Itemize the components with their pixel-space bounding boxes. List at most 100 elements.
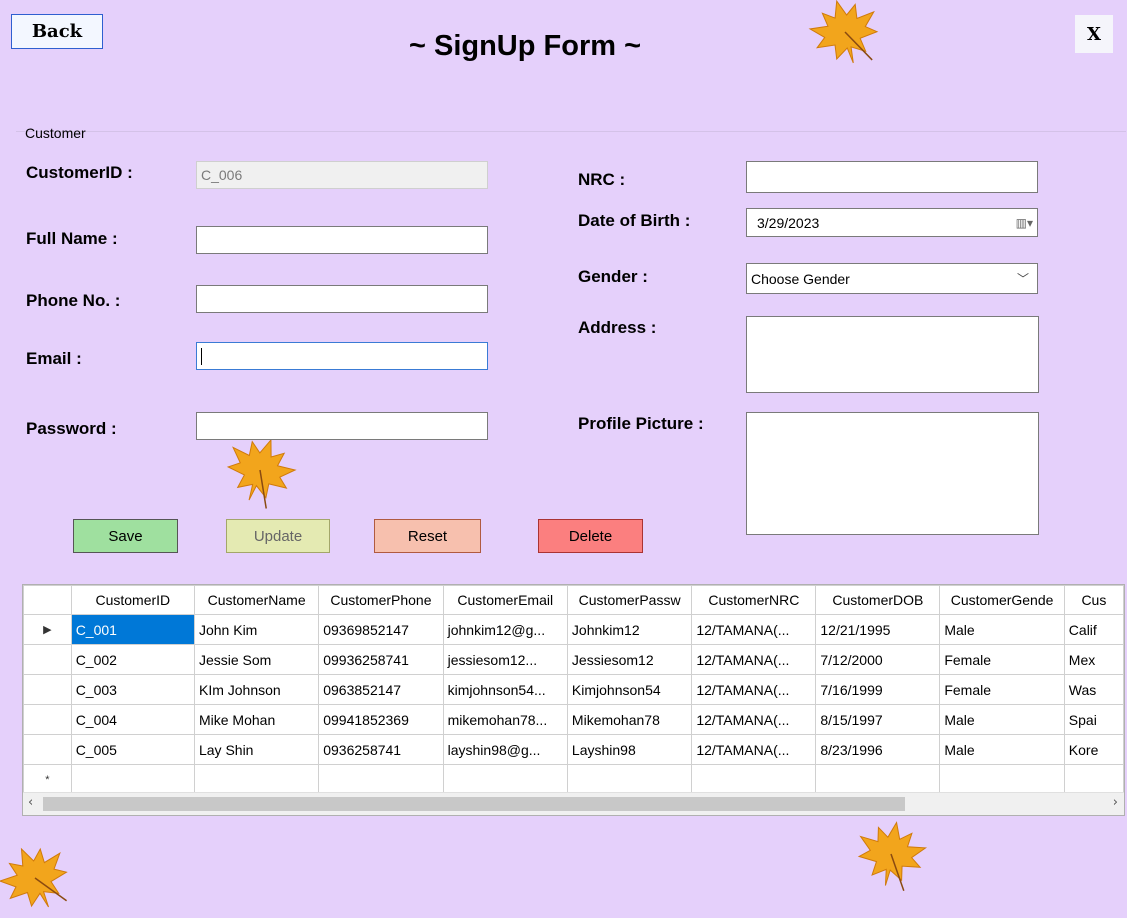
table-cell[interactable]: 09369852147	[318, 614, 444, 645]
table-cell[interactable]: 12/21/1995	[815, 614, 941, 645]
email-field[interactable]	[196, 342, 488, 370]
column-header[interactable]: CustomerPassw	[566, 585, 693, 615]
table-cell[interactable]: 7/16/1999	[815, 674, 941, 705]
delete-button[interactable]: Delete	[538, 519, 643, 553]
maple-leaf-icon	[857, 821, 928, 892]
table-cell[interactable]: C_005	[70, 734, 195, 765]
table-cell[interactable]: Layshin98	[566, 734, 693, 765]
table-cell[interactable]: 0963852147	[318, 674, 444, 705]
column-header[interactable]: CustomerNRC	[691, 585, 817, 615]
table-cell[interactable]: Was	[1063, 674, 1124, 705]
table-cell[interactable]: 12/TAMANA(...	[691, 644, 817, 675]
full-name-field[interactable]	[196, 226, 488, 254]
horizontal-scrollbar[interactable]: ‹ ›	[23, 792, 1124, 815]
address-field[interactable]	[746, 316, 1039, 393]
table-cell[interactable]	[442, 764, 568, 795]
table-cell[interactable]: C_004	[70, 704, 195, 735]
table-cell[interactable]	[318, 764, 444, 795]
table-cell[interactable]: 7/12/2000	[815, 644, 941, 675]
table-cell[interactable]: Mex	[1063, 644, 1124, 675]
update-button[interactable]: Update	[226, 519, 330, 553]
table-cell[interactable]: Male	[939, 704, 1065, 735]
dob-picker[interactable]: 3/29/2023 ▥▾	[746, 208, 1038, 237]
table-row[interactable]: C_005 Lay Shin 0936258741 layshin98@g... Lay…	[23, 734, 1124, 765]
table-cell[interactable]: 8/15/1997	[815, 704, 941, 735]
customer-id-field[interactable]: C_006	[196, 161, 488, 189]
table-cell[interactable]	[566, 764, 693, 795]
row-header[interactable]	[23, 674, 72, 705]
column-header[interactable]: CustomerGende	[939, 585, 1065, 615]
table-cell[interactable]	[193, 764, 320, 795]
column-header[interactable]: CustomerDOB	[815, 585, 941, 615]
customer-data-grid[interactable]: CustomerID CustomerName CustomerPhone Custo…	[22, 584, 1125, 816]
table-cell[interactable]	[939, 764, 1065, 795]
reset-button[interactable]: Reset	[374, 519, 481, 553]
table-cell[interactable]: jessiesom12...	[442, 644, 568, 675]
table-cell[interactable]: Jessie Som	[193, 644, 320, 675]
table-cell[interactable]: 8/23/1996	[815, 734, 941, 765]
table-cell[interactable]: 12/TAMANA(...	[691, 704, 817, 735]
column-header[interactable]: CustomerID	[70, 585, 195, 615]
row-header[interactable]	[23, 644, 72, 675]
table-cell[interactable]	[815, 764, 941, 795]
password-field[interactable]	[196, 412, 488, 440]
column-header[interactable]: CustomerName	[193, 585, 320, 615]
scrollbar-thumb[interactable]	[43, 797, 905, 811]
table-cell[interactable]: 09936258741	[318, 644, 444, 675]
table-cell[interactable]: 09941852369	[318, 704, 444, 735]
table-row[interactable]: ▶ C_001 John Kim 09369852147 johnkim12@g... J…	[23, 614, 1124, 645]
gender-label: Gender :	[578, 267, 648, 286]
profile-picture-box[interactable]	[746, 412, 1039, 535]
table-cell[interactable]: Male	[939, 734, 1065, 765]
table-cell[interactable]: 0936258741	[318, 734, 444, 765]
table-cell[interactable]: Calif	[1063, 614, 1124, 645]
table-cell[interactable]: Spai	[1063, 704, 1124, 735]
new-row[interactable]: *	[23, 764, 1124, 795]
table-cell[interactable]: Kore	[1063, 734, 1124, 765]
row-header[interactable]	[23, 734, 72, 765]
scroll-left-icon[interactable]: ‹	[28, 795, 33, 810]
gender-select[interactable]: Choose Gender ﹀	[746, 263, 1038, 294]
table-cell[interactable]: kimjohnson54...	[442, 674, 568, 705]
save-button[interactable]: Save	[73, 519, 178, 553]
table-cell[interactable]: 12/TAMANA(...	[691, 614, 817, 645]
phone-field[interactable]	[196, 285, 488, 313]
table-cell[interactable]: 12/TAMANA(...	[691, 674, 817, 705]
table-cell[interactable]: Female	[939, 674, 1065, 705]
close-button[interactable]: X	[1075, 15, 1113, 53]
table-cell[interactable]: johnkim12@g...	[442, 614, 568, 645]
calendar-dropdown-icon[interactable]: ▥▾	[1016, 216, 1033, 230]
table-cell[interactable]: 12/TAMANA(...	[691, 734, 817, 765]
table-cell[interactable]: John Kim	[193, 614, 320, 645]
grid-corner-header[interactable]	[23, 585, 72, 615]
table-row[interactable]: C_003 KIm Johnson 0963852147 kimjohnson54..…	[23, 674, 1124, 705]
table-cell[interactable]	[691, 764, 817, 795]
table-cell[interactable]: Kimjohnson54	[566, 674, 693, 705]
scroll-right-icon[interactable]: ›	[1113, 795, 1118, 810]
back-button[interactable]: Back	[11, 14, 103, 49]
table-cell[interactable]: C_002	[70, 644, 195, 675]
row-header[interactable]	[23, 704, 72, 735]
column-header[interactable]: CustomerEmail	[442, 585, 568, 615]
table-cell[interactable]: Mikemohan78	[566, 704, 693, 735]
column-header[interactable]: Cus	[1063, 585, 1124, 615]
table-cell[interactable]: Jessiesom12	[566, 644, 693, 675]
nrc-field[interactable]	[746, 161, 1038, 193]
table-cell[interactable]: mikemohan78...	[442, 704, 568, 735]
row-header[interactable]: ▶	[23, 614, 72, 645]
table-cell[interactable]: C_001	[70, 614, 195, 645]
maple-leaf-icon	[226, 438, 297, 509]
table-cell[interactable]: Mike Mohan	[193, 704, 320, 735]
table-cell[interactable]	[1063, 764, 1124, 795]
table-cell[interactable]: C_003	[70, 674, 195, 705]
table-row[interactable]: C_002 Jessie Som 09936258741 jessiesom12...…	[23, 644, 1124, 675]
table-cell[interactable]: Lay Shin	[193, 734, 320, 765]
table-cell[interactable]: layshin98@g...	[442, 734, 568, 765]
table-cell[interactable]: Johnkim12	[566, 614, 693, 645]
table-cell[interactable]	[70, 764, 195, 795]
table-cell[interactable]: KIm Johnson	[193, 674, 320, 705]
table-row[interactable]: C_004 Mike Mohan 09941852369 mikemohan78...…	[23, 704, 1124, 735]
column-header[interactable]: CustomerPhone	[318, 585, 444, 615]
table-cell[interactable]: Male	[939, 614, 1065, 645]
table-cell[interactable]: Female	[939, 644, 1065, 675]
